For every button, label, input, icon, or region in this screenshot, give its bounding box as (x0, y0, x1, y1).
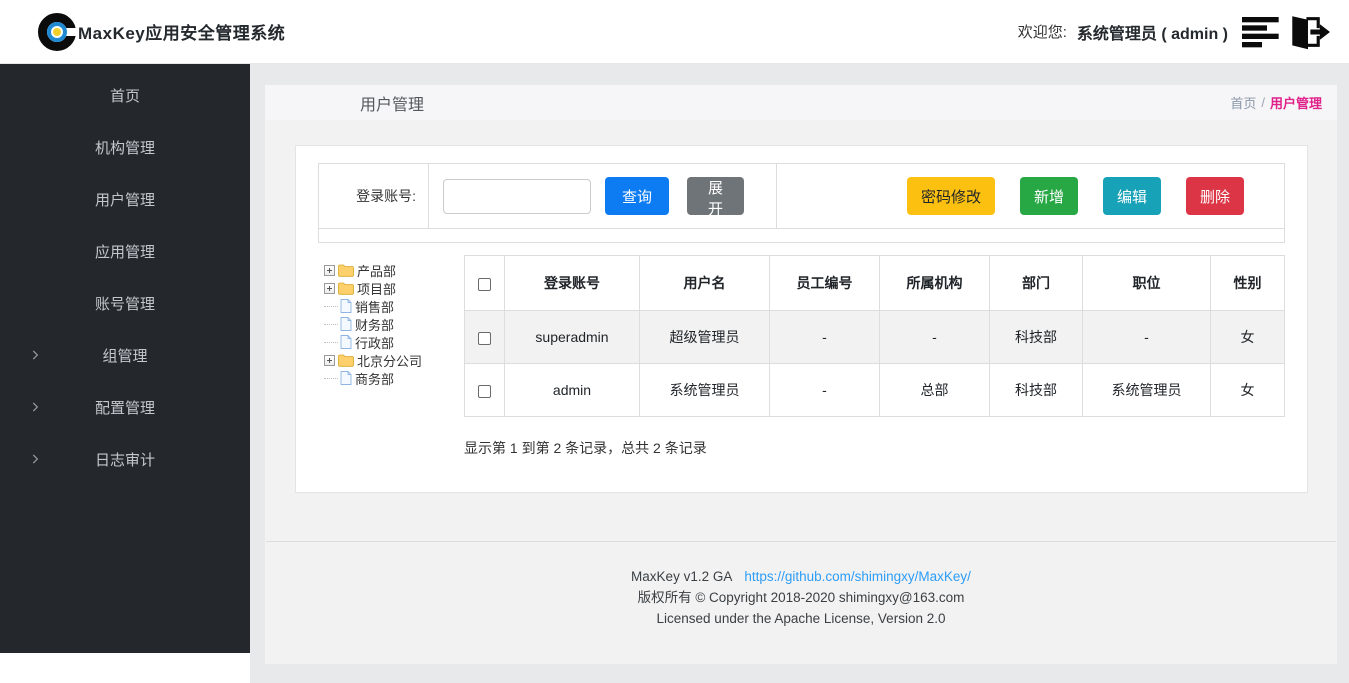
sidebar-item-label: 组管理 (102, 345, 147, 366)
brand: MaxKey应用安全管理系统 (38, 13, 285, 51)
folder-icon (338, 282, 354, 295)
tree-node[interactable]: 商务部 (324, 369, 464, 387)
file-icon (340, 335, 352, 349)
sidebar: 首页 机构管理 用户管理 应用管理 账号管理 组管理 (0, 64, 250, 653)
breadcrumb-separator: / (1261, 95, 1265, 110)
edit-button[interactable]: 编辑 (1103, 177, 1161, 215)
file-icon (340, 317, 352, 331)
content-container: 用户管理 首页 / 用户管理 登录账号: 查询 (265, 85, 1337, 664)
sidebar-item-label: 机构管理 (95, 137, 155, 158)
sidebar-item-users[interactable]: 用户管理 (0, 173, 250, 225)
app-title: MaxKey应用安全管理系统 (78, 19, 285, 44)
sidebar-item-label: 配置管理 (95, 397, 155, 418)
sidebar-item-label: 用户管理 (95, 189, 155, 210)
users-table-area: 登录账号 用户名 员工编号 所属机构 部门 职位 性别 (464, 255, 1285, 458)
table-header-row: 登录账号 用户名 员工编号 所属机构 部门 职位 性别 (465, 256, 1285, 311)
users-table: 登录账号 用户名 员工编号 所属机构 部门 职位 性别 (464, 255, 1285, 417)
app-root: MaxKey应用安全管理系统 欢迎您: 系统管理员 ( admin ) (0, 0, 1349, 683)
license-label: Licensed under the Apache License, Versi… (265, 608, 1337, 629)
header-user-area: 欢迎您: 系统管理员 ( admin ) (1018, 13, 1330, 51)
action-buttons: 密码修改 新增 编辑 删除 (777, 164, 1284, 228)
maxkey-logo-icon (38, 13, 76, 51)
page-header: 用户管理 首页 / 用户管理 (265, 85, 1337, 120)
records-summary: 显示第 1 到第 2 条记录，总共 2 条记录 (464, 438, 1285, 458)
folder-icon (338, 264, 354, 277)
file-icon (340, 299, 352, 313)
sidebar-item-label: 日志审计 (95, 449, 155, 470)
expand-button[interactable]: 展开 (687, 177, 744, 215)
sidebar-item-audit[interactable]: 日志审计 (0, 433, 250, 485)
col-username: 用户名 (640, 256, 770, 311)
tree-node[interactable]: 财务部 (324, 315, 464, 333)
expand-plus-icon[interactable] (324, 265, 335, 276)
tree-connector (324, 324, 338, 325)
sidebar-item-label: 账号管理 (95, 293, 155, 314)
change-password-button[interactable]: 密码修改 (907, 177, 995, 215)
col-employee-no: 员工编号 (770, 256, 880, 311)
tree-node[interactable]: 项目部 (324, 279, 464, 297)
breadcrumb: 首页 / 用户管理 (1230, 93, 1322, 112)
tree-node[interactable]: 北京分公司 (324, 351, 464, 369)
top-header: MaxKey应用安全管理系统 欢迎您: 系统管理员 ( admin ) (0, 0, 1349, 64)
sidebar-item-accounts[interactable]: 账号管理 (0, 277, 250, 329)
sidebar-item-groups[interactable]: 组管理 (0, 329, 250, 381)
copyright-label: 版权所有 © Copyright 2018-2020 shimingxy@163… (265, 587, 1337, 608)
col-position: 职位 (1083, 256, 1211, 311)
login-account-label: 登录账号: (319, 164, 429, 228)
col-department: 部门 (990, 256, 1083, 311)
col-organization: 所属机构 (880, 256, 990, 311)
sidebar-item-apps[interactable]: 应用管理 (0, 225, 250, 277)
sidebar-item-config[interactable]: 配置管理 (0, 381, 250, 433)
search-toolbar: 登录账号: 查询 展开 密码修改 新增 编辑 删除 (318, 163, 1285, 243)
content-row: 产品部 项目部 (318, 255, 1285, 458)
select-all-checkbox[interactable] (478, 278, 491, 291)
tree-node[interactable]: 销售部 (324, 297, 464, 315)
sidebar-item-org[interactable]: 机构管理 (0, 121, 250, 173)
user-management-card: 登录账号: 查询 展开 密码修改 新增 编辑 删除 (295, 145, 1308, 493)
chevron-right-icon (28, 400, 42, 414)
row-checkbox[interactable] (478, 385, 491, 398)
page-footer: MaxKey v1.2 GA https://github.com/shiming… (265, 541, 1337, 629)
row-checkbox[interactable] (478, 332, 491, 345)
add-button[interactable]: 新增 (1020, 177, 1078, 215)
main-area: 用户管理 首页 / 用户管理 登录账号: 查询 (250, 64, 1349, 683)
breadcrumb-current: 用户管理 (1270, 93, 1322, 112)
tree-node[interactable]: 产品部 (324, 261, 464, 279)
breadcrumb-home-link[interactable]: 首页 (1230, 93, 1256, 112)
tree-connector (324, 378, 338, 379)
sidebar-item-label: 首页 (110, 85, 140, 106)
org-tree: 产品部 项目部 (318, 255, 464, 458)
login-account-input[interactable] (443, 179, 591, 214)
logout-icon[interactable] (1286, 13, 1330, 51)
table-row[interactable]: admin 系统管理员 - 总部 科技部 系统管理员 女 (465, 364, 1285, 417)
current-user-label: 系统管理员 ( admin ) (1077, 20, 1228, 44)
expand-plus-icon[interactable] (324, 355, 335, 366)
sidebar-item-label: 应用管理 (95, 241, 155, 262)
chevron-right-icon (28, 452, 42, 466)
query-button[interactable]: 查询 (605, 177, 669, 215)
col-login: 登录账号 (505, 256, 640, 311)
table-row[interactable]: superadmin 超级管理员 - - 科技部 - 女 (465, 311, 1285, 364)
col-gender: 性别 (1211, 256, 1285, 311)
align-left-icon[interactable] (1242, 15, 1282, 49)
tree-connector (324, 342, 338, 343)
search-cell: 查询 展开 (429, 164, 777, 228)
toolbar-collapsed-row (319, 228, 1284, 242)
github-link[interactable]: https://github.com/shimingxy/MaxKey/ (744, 569, 971, 584)
chevron-right-icon (28, 348, 42, 362)
expand-plus-icon[interactable] (324, 283, 335, 294)
sidebar-item-home[interactable]: 首页 (0, 69, 250, 121)
tree-node[interactable]: 行政部 (324, 333, 464, 351)
delete-button[interactable]: 删除 (1186, 177, 1244, 215)
welcome-label: 欢迎您: (1018, 21, 1067, 42)
file-icon (340, 371, 352, 385)
body-row: 首页 机构管理 用户管理 应用管理 账号管理 组管理 (0, 64, 1349, 683)
tree-connector (324, 306, 338, 307)
version-label: MaxKey v1.2 GA (631, 569, 732, 584)
footer-divider (266, 541, 1336, 542)
page-title: 用户管理 (360, 91, 424, 115)
folder-icon (338, 354, 354, 367)
